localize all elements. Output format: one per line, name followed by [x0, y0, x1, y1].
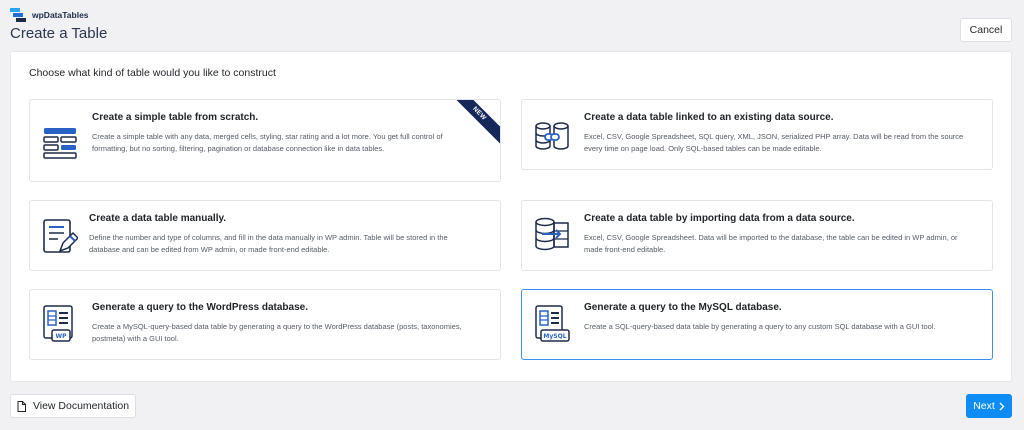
chevron-right-icon	[999, 402, 1005, 410]
brand-name: wpDataTables	[32, 10, 89, 20]
card-title: Generate a query to the MySQL database.	[584, 302, 782, 313]
card-description: Create a MySQL-query-based data table by…	[92, 322, 462, 343]
page-title: Create a Table	[10, 25, 108, 42]
document-icon	[17, 400, 26, 412]
card-title: Create a data table manually.	[89, 213, 227, 224]
simple-table-icon	[43, 128, 77, 159]
mysql-query-icon: MySQL	[535, 305, 570, 342]
card-import-data[interactable]: Create a data table by importing data fr…	[521, 200, 993, 271]
svg-text:WP: WP	[55, 333, 67, 340]
card-description: Define the number and type of columns, a…	[89, 233, 448, 254]
manual-table-icon	[43, 219, 78, 253]
next-button[interactable]: Next	[966, 394, 1012, 418]
linked-data-source-icon	[535, 122, 569, 150]
card-description: Create a SQL-query-based data table by g…	[584, 322, 936, 331]
card-title: Create a data table linked to an existin…	[584, 112, 834, 123]
brand: wpDataTables	[10, 8, 89, 22]
card-description: Excel, CSV, Google Spreadsheet, SQL quer…	[584, 132, 964, 153]
card-simple-table[interactable]: Create a simple table from scratch. Crea…	[29, 99, 501, 182]
card-linked-data-source[interactable]: Create a data table linked to an existin…	[521, 99, 993, 170]
view-documentation-button[interactable]: View Documentation	[10, 394, 136, 418]
panel-heading: Choose what kind of table would you like…	[29, 67, 276, 79]
card-title: Create a simple table from scratch.	[92, 112, 259, 123]
wpdatatables-logo-icon	[10, 8, 26, 22]
next-label: Next	[973, 400, 995, 412]
card-title: Create a data table by importing data fr…	[584, 213, 855, 224]
new-badge: NEW	[454, 100, 500, 146]
svg-text:MySQL: MySQL	[543, 333, 566, 340]
cancel-button[interactable]: Cancel	[960, 18, 1012, 42]
wordpress-query-icon: WP	[43, 305, 73, 342]
card-description: Excel, CSV, Google Spreadsheet. Data wil…	[584, 233, 958, 254]
card-title: Generate a query to the WordPress databa…	[92, 302, 309, 313]
card-description: Create a simple table with any data, mer…	[92, 132, 443, 153]
import-data-icon	[535, 217, 569, 251]
card-mysql-query[interactable]: MySQL Generate a query to the MySQL data…	[521, 289, 993, 360]
card-manual-table[interactable]: Create a data table manually. Define the…	[29, 200, 501, 271]
card-wordpress-query[interactable]: WP Generate a query to the WordPress dat…	[29, 289, 501, 360]
table-type-panel: Choose what kind of table would you like…	[10, 51, 1012, 382]
view-documentation-label: View Documentation	[32, 400, 130, 412]
